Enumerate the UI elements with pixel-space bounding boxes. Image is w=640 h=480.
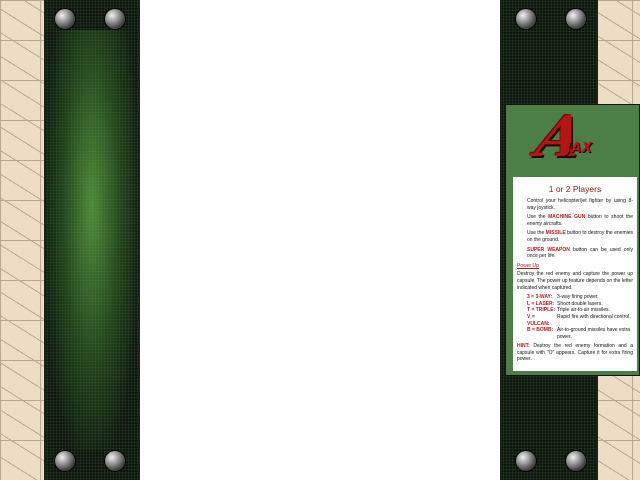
bolt-icon [105, 451, 125, 471]
powerup-item: V = VULCAN: Rapid fire with directional c… [527, 314, 633, 327]
logo-letter: A [530, 104, 589, 170]
left-bezel-glow [46, 30, 138, 450]
powerup-item: L = LASER: Shoot double lasers. [527, 301, 633, 308]
bolt-icon [105, 9, 125, 29]
powerup-intro: Destroy the red enemy and capture the po… [517, 271, 633, 291]
powerup-key: L = LASER: [527, 300, 555, 307]
powerup-item: T = TRIPLE: Triple air-to-air missiles. [527, 307, 633, 314]
instruction-text: Use the [527, 214, 549, 221]
button-name-highlight: SUPER WEAPON [527, 246, 570, 253]
instruction-text: Control your helicopter/jet fighter by u… [527, 198, 633, 211]
game-screen [140, 0, 500, 480]
bolt-icon [55, 9, 75, 29]
powerup-desc: Air-to-ground missiles have extra power. [557, 327, 631, 340]
bolt-icon [566, 451, 586, 471]
button-name-highlight: MISSILE [545, 230, 566, 237]
instruction-card: A JAX 1 or 2 Players Control your helico… [505, 104, 640, 376]
powerup-key: B = BOMB: [527, 327, 554, 334]
button-name-highlight: MACHINE GUN [548, 214, 586, 221]
powerup-key: V = VULCAN: [527, 313, 550, 327]
bolt-icon [566, 9, 586, 29]
powerup-key: T = TRIPLE: [527, 307, 556, 314]
instruction-line: Use the MISSILE button to destroy the en… [527, 230, 633, 243]
left-bezel-panel [44, 0, 140, 480]
instruction-text: Use the [527, 230, 546, 237]
game-logo: A JAX [506, 104, 640, 177]
instruction-line: Control your helicopter/jet fighter by u… [527, 198, 633, 211]
powerup-desc: 3-way firing power. [557, 294, 599, 301]
powerup-desc: Triple air-to-air missiles. [557, 307, 610, 314]
logo-wordmark: JAX [566, 141, 593, 156]
powerup-item: 3 = 3-WAY: 3-way firing power. [527, 294, 633, 301]
bolt-icon [516, 451, 536, 471]
powerup-desc: Rapid fire with directional control. [557, 313, 631, 320]
bolt-icon [55, 451, 75, 471]
players-title: 1 or 2 Players [548, 184, 602, 194]
hint-body: Destroy the red enemy formation and a ca… [517, 343, 633, 363]
powerup-desc: Shoot double lasers. [557, 300, 603, 307]
hint-text: HINT: Destroy the red enemy formation an… [517, 343, 633, 363]
instruction-text-panel: 1 or 2 Players Control your helicopter/j… [513, 177, 637, 371]
bolt-icon [516, 9, 536, 29]
left-backdrop-grid [0, 0, 48, 480]
powerup-heading: Power Up [517, 262, 539, 269]
instruction-line: SUPER WEAPON button can be used only onc… [527, 247, 633, 260]
powerup-key: 3 = 3-WAY: [527, 294, 553, 301]
hint-label: HINT: [517, 343, 530, 350]
instruction-line: Use the MACHINE GUN button to shoot the … [527, 214, 633, 227]
powerup-item: B = BOMB: Air-to-ground missiles have ext… [527, 327, 633, 340]
